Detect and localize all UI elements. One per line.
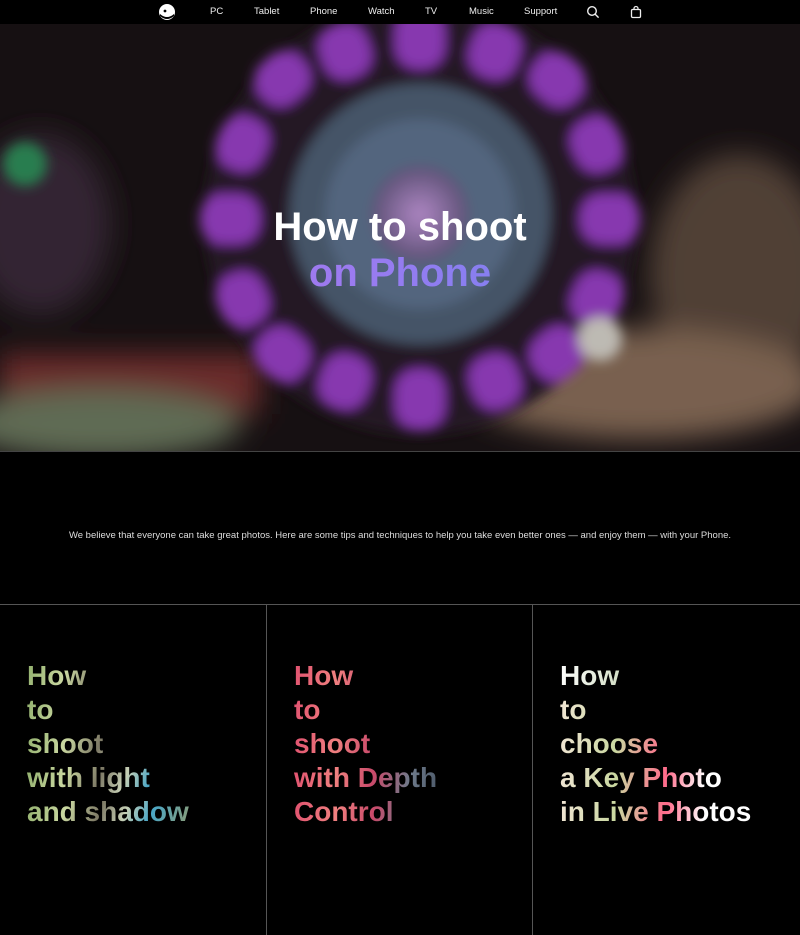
- tip-card-light-shadow[interactable]: How to shoot with light and shadow: [0, 605, 266, 935]
- logo-icon[interactable]: [158, 3, 176, 21]
- nav-item-pc[interactable]: PC: [210, 0, 223, 24]
- hero-title-line1: How to shoot: [273, 205, 527, 249]
- nav-item-support[interactable]: Support: [524, 0, 557, 24]
- intro-text: We believe that everyone can take great …: [68, 529, 732, 541]
- nav-item-tv[interactable]: TV: [425, 0, 437, 24]
- nav-item-music[interactable]: Music: [469, 0, 494, 24]
- tip-card-title: How to shoot with light and shadow: [27, 660, 189, 827]
- hero-title: How to shoot on Phone: [0, 204, 800, 296]
- tip-card-key-photo[interactable]: How to choose a Key Photo in Live Photos: [532, 605, 800, 935]
- nav-item-phone[interactable]: Phone: [310, 0, 337, 24]
- hero-title-line2: on Phone: [0, 250, 800, 296]
- nav-item-tablet[interactable]: Tablet: [254, 0, 279, 24]
- hero-divider: [0, 451, 800, 452]
- tip-card-depth-control[interactable]: How to shoot with Depth Control: [266, 605, 533, 935]
- search-icon[interactable]: [586, 5, 600, 19]
- hero-section: How to shoot on Phone: [0, 24, 800, 451]
- global-nav: PC Tablet Phone Watch TV Music Support: [0, 0, 800, 24]
- tip-card-title: How to choose a Key Photo in Live Photos: [560, 660, 752, 827]
- tips-grid: How to shoot with light and shadow How t…: [0, 604, 800, 935]
- bag-icon[interactable]: [629, 5, 643, 19]
- nav-item-watch[interactable]: Watch: [368, 0, 395, 24]
- tip-card-title: How to shoot with Depth Control: [294, 660, 438, 827]
